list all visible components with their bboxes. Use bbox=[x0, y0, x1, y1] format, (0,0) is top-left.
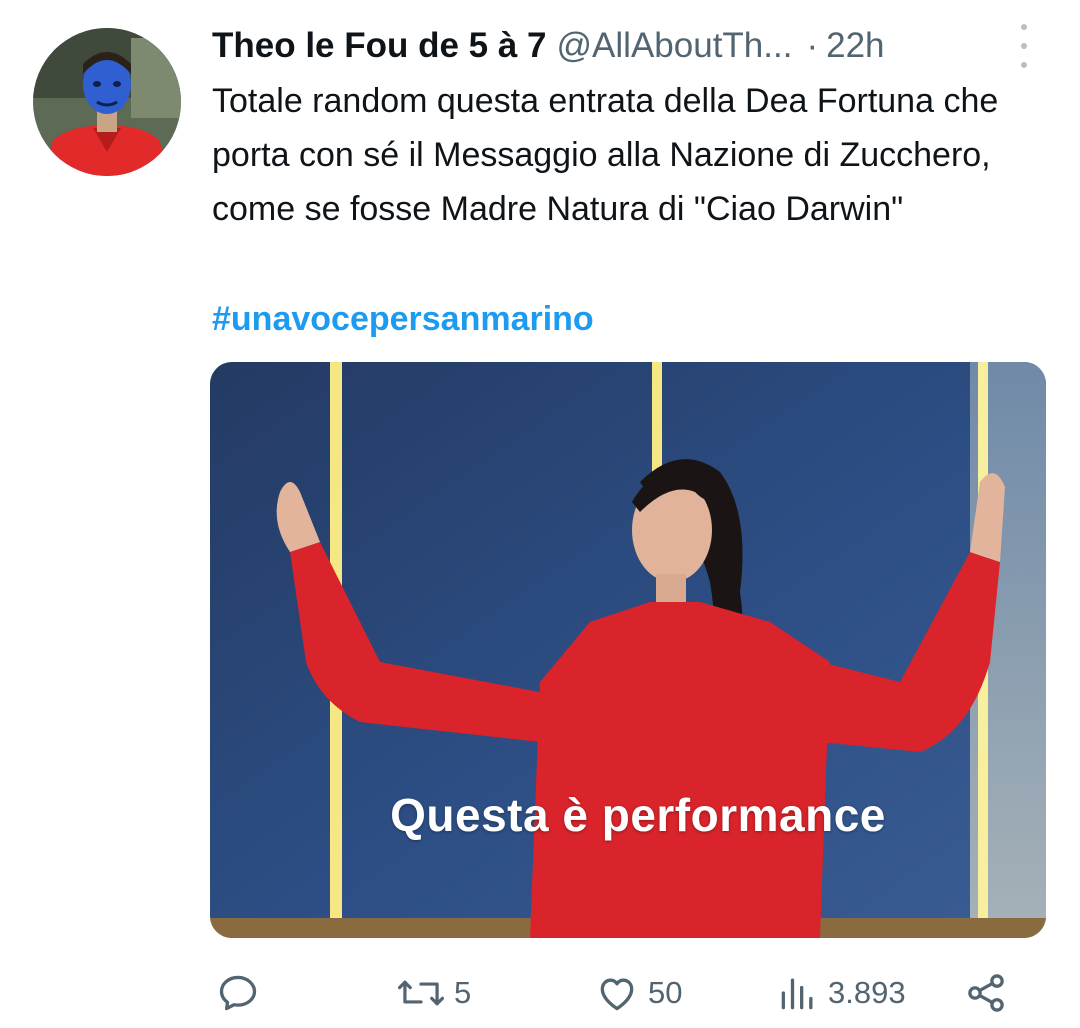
retweet-button[interactable]: 5 bbox=[396, 968, 471, 1018]
hashtag-link[interactable]: #unavocepersanmarino bbox=[212, 292, 594, 346]
avatar-image bbox=[33, 28, 181, 176]
media-caption: Questa è performance bbox=[390, 789, 886, 841]
retweet-icon bbox=[396, 971, 446, 1015]
views-icon bbox=[776, 971, 820, 1015]
share-button[interactable] bbox=[964, 968, 1008, 1018]
user-handle[interactable]: @AllAboutTh... bbox=[557, 26, 793, 66]
separator-dot: · bbox=[806, 26, 819, 65]
more-options-icon[interactable] bbox=[1012, 24, 1036, 68]
tweet-actions: 5 50 3.893 bbox=[0, 968, 1080, 1018]
media-image bbox=[210, 362, 1046, 938]
tweet-text: Totale random questa entrata della Dea F… bbox=[212, 82, 999, 228]
views-button[interactable]: 3.893 bbox=[776, 968, 906, 1018]
tweet-header: Theo le Fou de 5 à 7 @AllAboutTh... · 22… bbox=[212, 20, 992, 72]
timestamp[interactable]: 22h bbox=[826, 26, 884, 66]
display-name[interactable]: Theo le Fou de 5 à 7 bbox=[212, 26, 547, 66]
reply-button[interactable] bbox=[216, 968, 268, 1018]
avatar[interactable] bbox=[33, 28, 181, 176]
like-count: 50 bbox=[648, 975, 683, 1010]
like-icon bbox=[594, 971, 640, 1015]
like-button[interactable]: 50 bbox=[594, 968, 682, 1018]
views-count: 3.893 bbox=[828, 975, 906, 1010]
retweet-count: 5 bbox=[454, 975, 472, 1010]
tweet-media[interactable]: Questa è performance bbox=[210, 362, 1046, 938]
share-icon bbox=[964, 971, 1008, 1015]
reply-icon bbox=[216, 971, 260, 1015]
